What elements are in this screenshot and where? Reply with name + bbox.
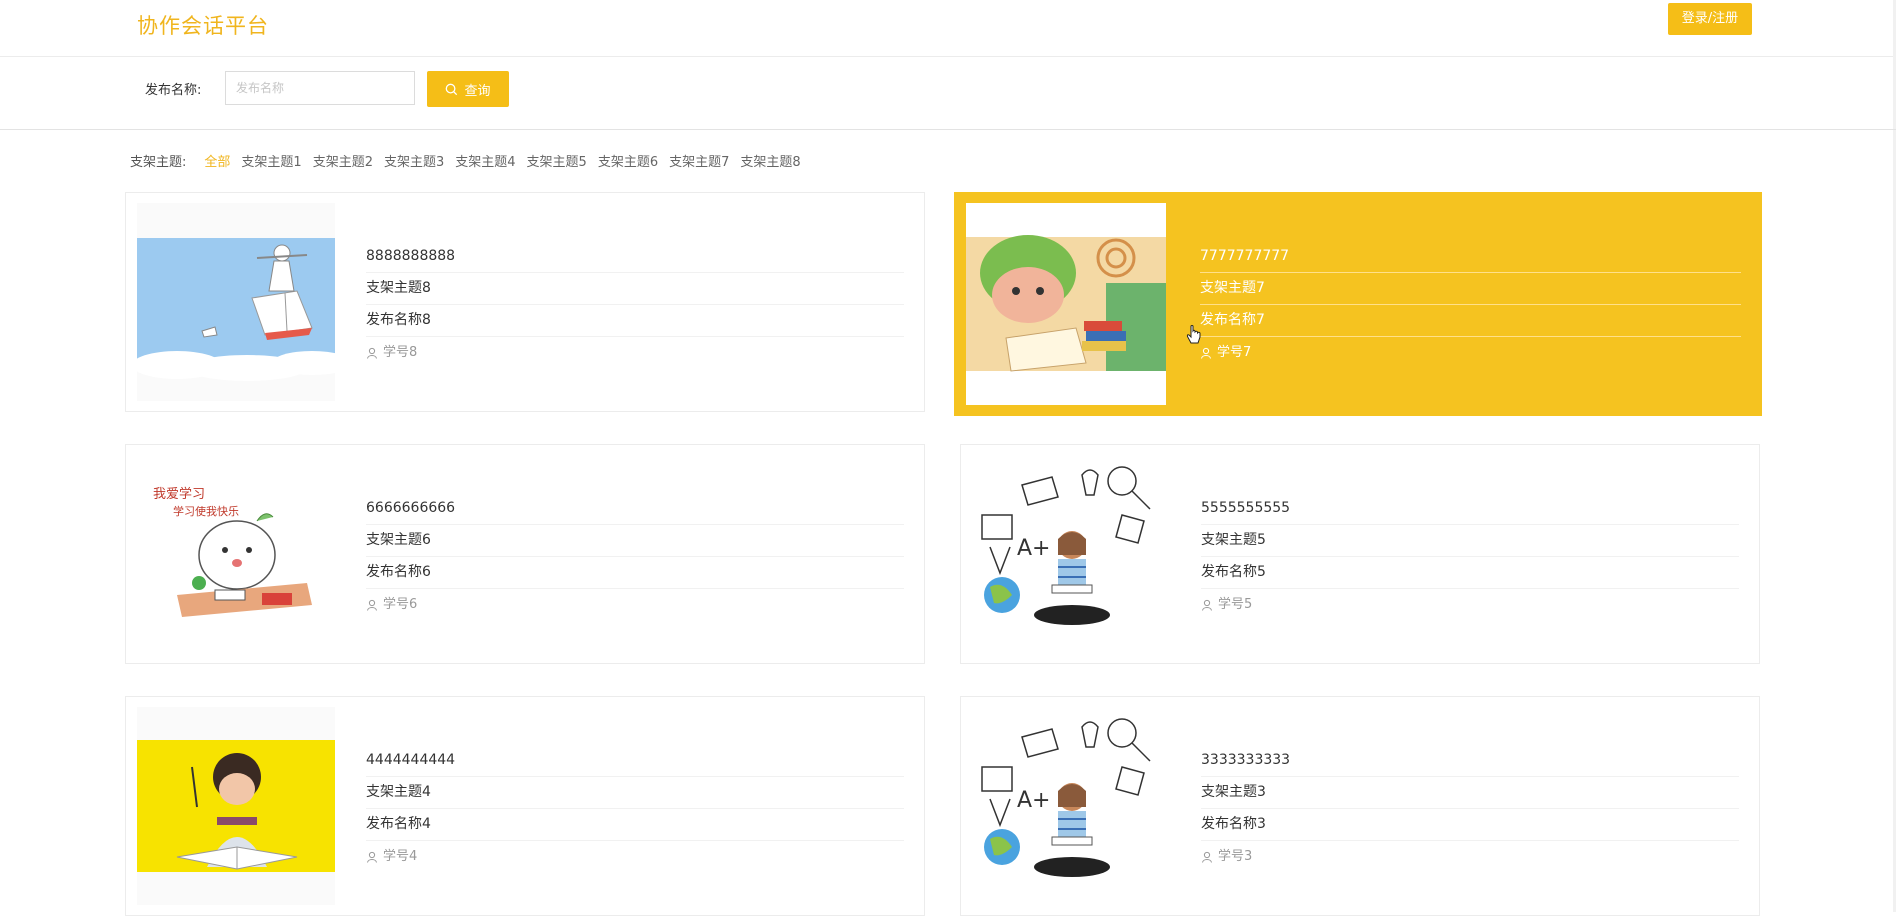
post-title: 5555555555 xyxy=(1201,493,1739,525)
post-title: 8888888888 xyxy=(366,241,904,273)
site-title[interactable]: 协作会话平台 xyxy=(137,10,269,40)
filter-item-topic-7[interactable]: 支架主题7 xyxy=(669,151,729,170)
post-thumbnail[interactable] xyxy=(137,707,335,905)
filter-item-topic-5[interactable]: 支架主题5 xyxy=(527,151,587,170)
search-input[interactable] xyxy=(225,71,415,105)
post-name: 发布名称6 xyxy=(366,557,904,589)
post-name: 发布名称8 xyxy=(366,305,904,337)
post-student: 学号6 xyxy=(366,589,904,620)
post-title: 3333333333 xyxy=(1201,745,1739,777)
post-thumbnail[interactable] xyxy=(966,203,1166,405)
post-title: 4444444444 xyxy=(366,745,904,777)
search-bar: 发布名称: 查询 xyxy=(0,57,1896,130)
search-label: 发布名称: xyxy=(145,83,202,98)
post-student-id: 学号4 xyxy=(383,849,418,864)
user-icon xyxy=(1202,851,1212,863)
filter-item-topic-4[interactable]: 支架主题4 xyxy=(455,151,515,170)
filter-item-topic-3[interactable]: 支架主题3 xyxy=(384,151,444,170)
svg-text:学习使我快乐: 学习使我快乐 xyxy=(173,504,239,518)
filter-item-topic-2[interactable]: 支架主题2 xyxy=(313,151,373,170)
post-title: 7777777777 xyxy=(1200,241,1741,273)
topic-filter-label: 支架主题: xyxy=(130,154,187,170)
post-topic: 支架主题8 xyxy=(366,273,904,305)
user-icon xyxy=(367,347,377,359)
post-name: 发布名称7 xyxy=(1200,305,1741,337)
search-icon xyxy=(446,83,458,95)
search-button[interactable]: 查询 xyxy=(427,71,509,107)
post-info: 5555555555 支架主题5 发布名称5 学号5 xyxy=(1201,493,1739,620)
post-title: 6666666666 xyxy=(366,493,904,525)
svg-text:A+: A+ xyxy=(1017,788,1050,813)
post-student-id: 学号3 xyxy=(1218,849,1253,864)
post-info: 7777777777 支架主题7 发布名称7 学号7 xyxy=(1200,241,1741,368)
login-register-button[interactable]: 登录/注册 xyxy=(1668,3,1752,35)
post-name: 发布名称5 xyxy=(1201,557,1739,589)
post-thumbnail[interactable]: A+ xyxy=(972,455,1170,653)
post-card[interactable]: 4444444444 支架主题4 发布名称4 学号4 xyxy=(125,696,925,916)
post-student: 学号5 xyxy=(1201,589,1739,620)
post-card[interactable]: 7777777777 支架主题7 发布名称7 学号7 xyxy=(954,192,1762,416)
post-card[interactable]: A+ 3333333333 支架主题3 发布名称3 学号3 xyxy=(960,696,1760,916)
filter-item-all[interactable]: 全部 xyxy=(204,151,230,170)
post-thumbnail[interactable] xyxy=(137,203,335,401)
post-card[interactable]: A+ 5555555555 支架主题5 发布名称5 学号5 xyxy=(960,444,1760,664)
post-student: 学号4 xyxy=(366,841,904,872)
svg-text:我爱学习: 我爱学习 xyxy=(153,486,205,502)
post-info: 8888888888 支架主题8 发布名称8 学号8 xyxy=(366,241,904,368)
user-icon xyxy=(1202,599,1212,611)
post-student-id: 学号8 xyxy=(383,345,418,360)
post-name: 发布名称4 xyxy=(366,809,904,841)
filter-item-topic-8[interactable]: 支架主题8 xyxy=(740,151,800,170)
post-student: 学号3 xyxy=(1201,841,1739,872)
search-button-label: 查询 xyxy=(464,83,491,99)
filter-item-topic-1[interactable]: 支架主题1 xyxy=(241,151,301,170)
post-info: 4444444444 支架主题4 发布名称4 学号4 xyxy=(366,745,904,872)
svg-text:A+: A+ xyxy=(1017,536,1050,561)
post-info: 6666666666 支架主题6 发布名称6 学号6 xyxy=(366,493,904,620)
user-icon xyxy=(1201,347,1211,359)
post-topic: 支架主题3 xyxy=(1201,777,1739,809)
post-thumbnail[interactable]: 我爱学习 学习使我快乐 xyxy=(137,455,335,653)
post-student: 学号7 xyxy=(1200,337,1741,368)
post-info: 3333333333 支架主题3 发布名称3 学号3 xyxy=(1201,745,1739,872)
filter-item-topic-6[interactable]: 支架主题6 xyxy=(598,151,658,170)
post-thumbnail[interactable]: A+ xyxy=(972,707,1170,905)
post-topic: 支架主题7 xyxy=(1200,273,1741,305)
topic-filter: 支架主题: 全部 支架主题1 支架主题2 支架主题3 支架主题4 支架主题5 支… xyxy=(130,150,812,170)
post-topic: 支架主题4 xyxy=(366,777,904,809)
post-topic: 支架主题6 xyxy=(366,525,904,557)
post-card[interactable]: 我爱学习 学习使我快乐 6666666666 支架主题6 发布名称6 学号6 xyxy=(125,444,925,664)
user-icon xyxy=(367,851,377,863)
mouse-cursor-icon xyxy=(1186,325,1201,344)
post-student-id: 学号5 xyxy=(1218,597,1253,612)
post-card[interactable]: 8888888888 支架主题8 发布名称8 学号8 xyxy=(125,192,925,412)
post-name: 发布名称3 xyxy=(1201,809,1739,841)
post-student-id: 学号7 xyxy=(1217,345,1252,360)
top-bar: 协作会话平台 登录/注册 xyxy=(0,0,1896,57)
user-icon xyxy=(367,599,377,611)
post-student-id: 学号6 xyxy=(383,597,418,612)
post-topic: 支架主题5 xyxy=(1201,525,1739,557)
post-student: 学号8 xyxy=(366,337,904,368)
